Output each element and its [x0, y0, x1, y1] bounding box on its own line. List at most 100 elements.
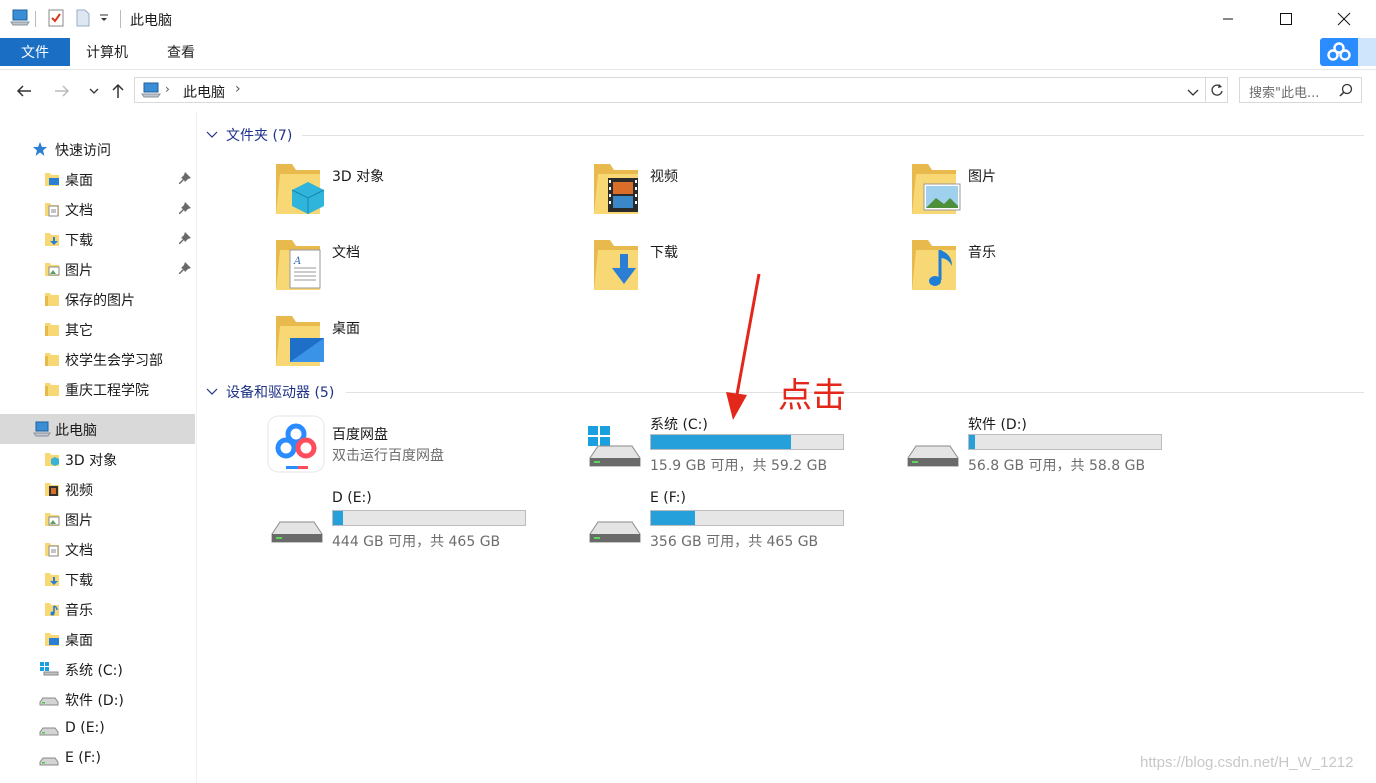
downloads-icon	[44, 571, 60, 587]
drive-icon	[39, 751, 59, 767]
chevron-down-icon	[206, 131, 218, 138]
sidebar-item-drive-e[interactable]: D (E:)	[0, 714, 195, 744]
baidu-badge-edge	[1358, 38, 1376, 66]
drive-icon	[270, 500, 326, 543]
folder-desktop[interactable]: 桌面	[274, 312, 574, 376]
close-icon	[1337, 12, 1351, 26]
sidebar-item-music[interactable]: 音乐	[0, 594, 195, 624]
sidebar-item-desktop-pc[interactable]: 桌面	[0, 624, 195, 654]
drive-usage-fill	[969, 435, 975, 449]
desktop-folder-icon	[44, 171, 60, 187]
this-pc-icon	[10, 9, 30, 31]
sidebar-item-downloads[interactable]: 下载	[0, 224, 195, 254]
ribbon-tabs: 文件 计算机 查看	[0, 38, 1376, 70]
videos-icon	[44, 481, 60, 497]
sidebar-item-videos[interactable]: 视频	[0, 474, 195, 504]
downloads-folder-icon	[44, 231, 60, 247]
tab-file[interactable]: 文件	[0, 38, 70, 66]
minimize-button[interactable]	[1199, 0, 1257, 38]
sidebar-item-3d-objects[interactable]: 3D 对象	[0, 444, 195, 474]
refresh-button[interactable]	[1206, 77, 1228, 103]
pin-icon[interactable]	[178, 232, 192, 246]
sidebar-item-saved-pictures[interactable]: 保存的图片	[0, 284, 195, 314]
sidebar-item-desktop[interactable]: 桌面	[0, 164, 195, 194]
sidebar-item-documents[interactable]: 文档	[0, 194, 195, 224]
pin-icon[interactable]	[178, 262, 192, 276]
address-history-dropdown[interactable]	[1187, 85, 1199, 101]
recent-locations-button[interactable]	[82, 80, 106, 102]
sidebar-item-this-pc[interactable]: 此电脑	[0, 414, 195, 444]
folders-section-title: 文件夹 (7)	[226, 128, 293, 144]
tab-computer[interactable]: 计算机	[86, 38, 128, 66]
maximize-button[interactable]	[1257, 0, 1315, 38]
minimize-icon	[1223, 18, 1233, 20]
baidu-netdisk-badge[interactable]	[1320, 38, 1358, 66]
sidebar-item-pictures-pc[interactable]: 图片	[0, 504, 195, 534]
sidebar-item-student-union[interactable]: 校学生会学习部	[0, 344, 195, 374]
folder-music[interactable]: 音乐	[910, 236, 1210, 300]
drive-icon	[588, 500, 644, 543]
back-button[interactable]	[12, 80, 36, 102]
windows-drive-icon	[39, 661, 59, 677]
sidebar-item-pictures[interactable]: 图片	[0, 254, 195, 284]
sidebar-item-drive-f[interactable]: E (F:)	[0, 744, 195, 774]
drive-f-item[interactable]: E (F:) 356 GB 可用，共 465 GB	[588, 490, 908, 556]
folders-section-header[interactable]: 文件夹 (7)	[206, 125, 292, 145]
sidebar-item-chongqing-institute[interactable]: 重庆工程学院	[0, 374, 195, 404]
drive-usage-fill	[333, 511, 343, 525]
desktop-icon	[44, 631, 60, 647]
properties-icon[interactable]	[48, 9, 64, 31]
pin-icon[interactable]	[178, 202, 192, 216]
title-bar: 此电脑	[0, 0, 1376, 38]
breadcrumb-this-pc[interactable]: 此电脑	[183, 82, 225, 102]
search-icon[interactable]	[1339, 83, 1353, 101]
forward-arrow-icon	[55, 85, 70, 97]
sidebar-item-documents-pc[interactable]: 文档	[0, 534, 195, 564]
music-icon	[44, 601, 60, 617]
annotation-label: 点击	[778, 376, 846, 416]
pin-icon[interactable]	[178, 172, 192, 186]
close-button[interactable]	[1315, 0, 1373, 38]
folder-3d-objects[interactable]: 3D 对象	[274, 160, 574, 224]
devices-section-header[interactable]: 设备和驱动器 (5)	[206, 382, 334, 402]
sidebar-item-other[interactable]: 其它	[0, 314, 195, 344]
back-arrow-icon	[16, 85, 31, 97]
star-icon	[32, 141, 48, 157]
up-arrow-icon	[112, 83, 124, 98]
window-title: 此电脑	[130, 13, 172, 29]
chevron-down-icon	[1187, 89, 1199, 96]
drive-e-item[interactable]: D (E:) 444 GB 可用，共 465 GB	[270, 490, 590, 556]
documents-folder-icon	[44, 201, 60, 217]
annotation-arrow	[726, 273, 761, 420]
watermark: https://blog.csdn.net/H_W_1212	[1140, 754, 1354, 771]
new-folder-icon[interactable]	[76, 9, 90, 31]
folder-pictures[interactable]: 图片	[910, 160, 1210, 224]
breadcrumb-chevron-icon[interactable]: ›	[235, 81, 241, 97]
documents-icon: A	[274, 236, 330, 296]
drive-usage-bar	[332, 510, 526, 526]
videos-icon	[592, 160, 648, 220]
breadcrumb-chevron-icon[interactable]: ›	[165, 82, 170, 96]
baidu-netdisk-item[interactable]: 百度网盘 双击运行百度网盘	[266, 414, 586, 480]
search-box[interactable]: 搜索"此电...	[1239, 77, 1362, 103]
sidebar-item-downloads-pc[interactable]: 下载	[0, 564, 195, 594]
up-button[interactable]	[106, 80, 130, 102]
pictures-folder-icon	[44, 261, 60, 277]
drive-d-item[interactable]: 软件 (D:) 56.8 GB 可用，共 58.8 GB	[906, 414, 1226, 480]
downloads-icon	[592, 236, 648, 296]
drive-icon	[906, 424, 962, 467]
sidebar-quick-access[interactable]: 快速访问	[0, 134, 195, 164]
folder-documents[interactable]: A 文档	[274, 236, 574, 300]
address-bar[interactable]: › 此电脑 ›	[134, 77, 1206, 103]
this-pc-icon	[33, 421, 51, 437]
pictures-icon	[910, 160, 966, 220]
folder-videos[interactable]: 视频	[592, 160, 892, 224]
devices-section-title: 设备和驱动器 (5)	[226, 385, 335, 401]
sidebar-item-drive-c[interactable]: 系统 (C:)	[0, 654, 195, 684]
sidebar-item-drive-d[interactable]: 软件 (D:)	[0, 684, 195, 714]
forward-button[interactable]	[50, 80, 74, 102]
folder-icon	[44, 381, 60, 397]
tab-view[interactable]: 查看	[167, 38, 195, 66]
pictures-icon	[44, 511, 60, 527]
customize-toolbar-dropdown-icon[interactable]	[99, 12, 109, 28]
